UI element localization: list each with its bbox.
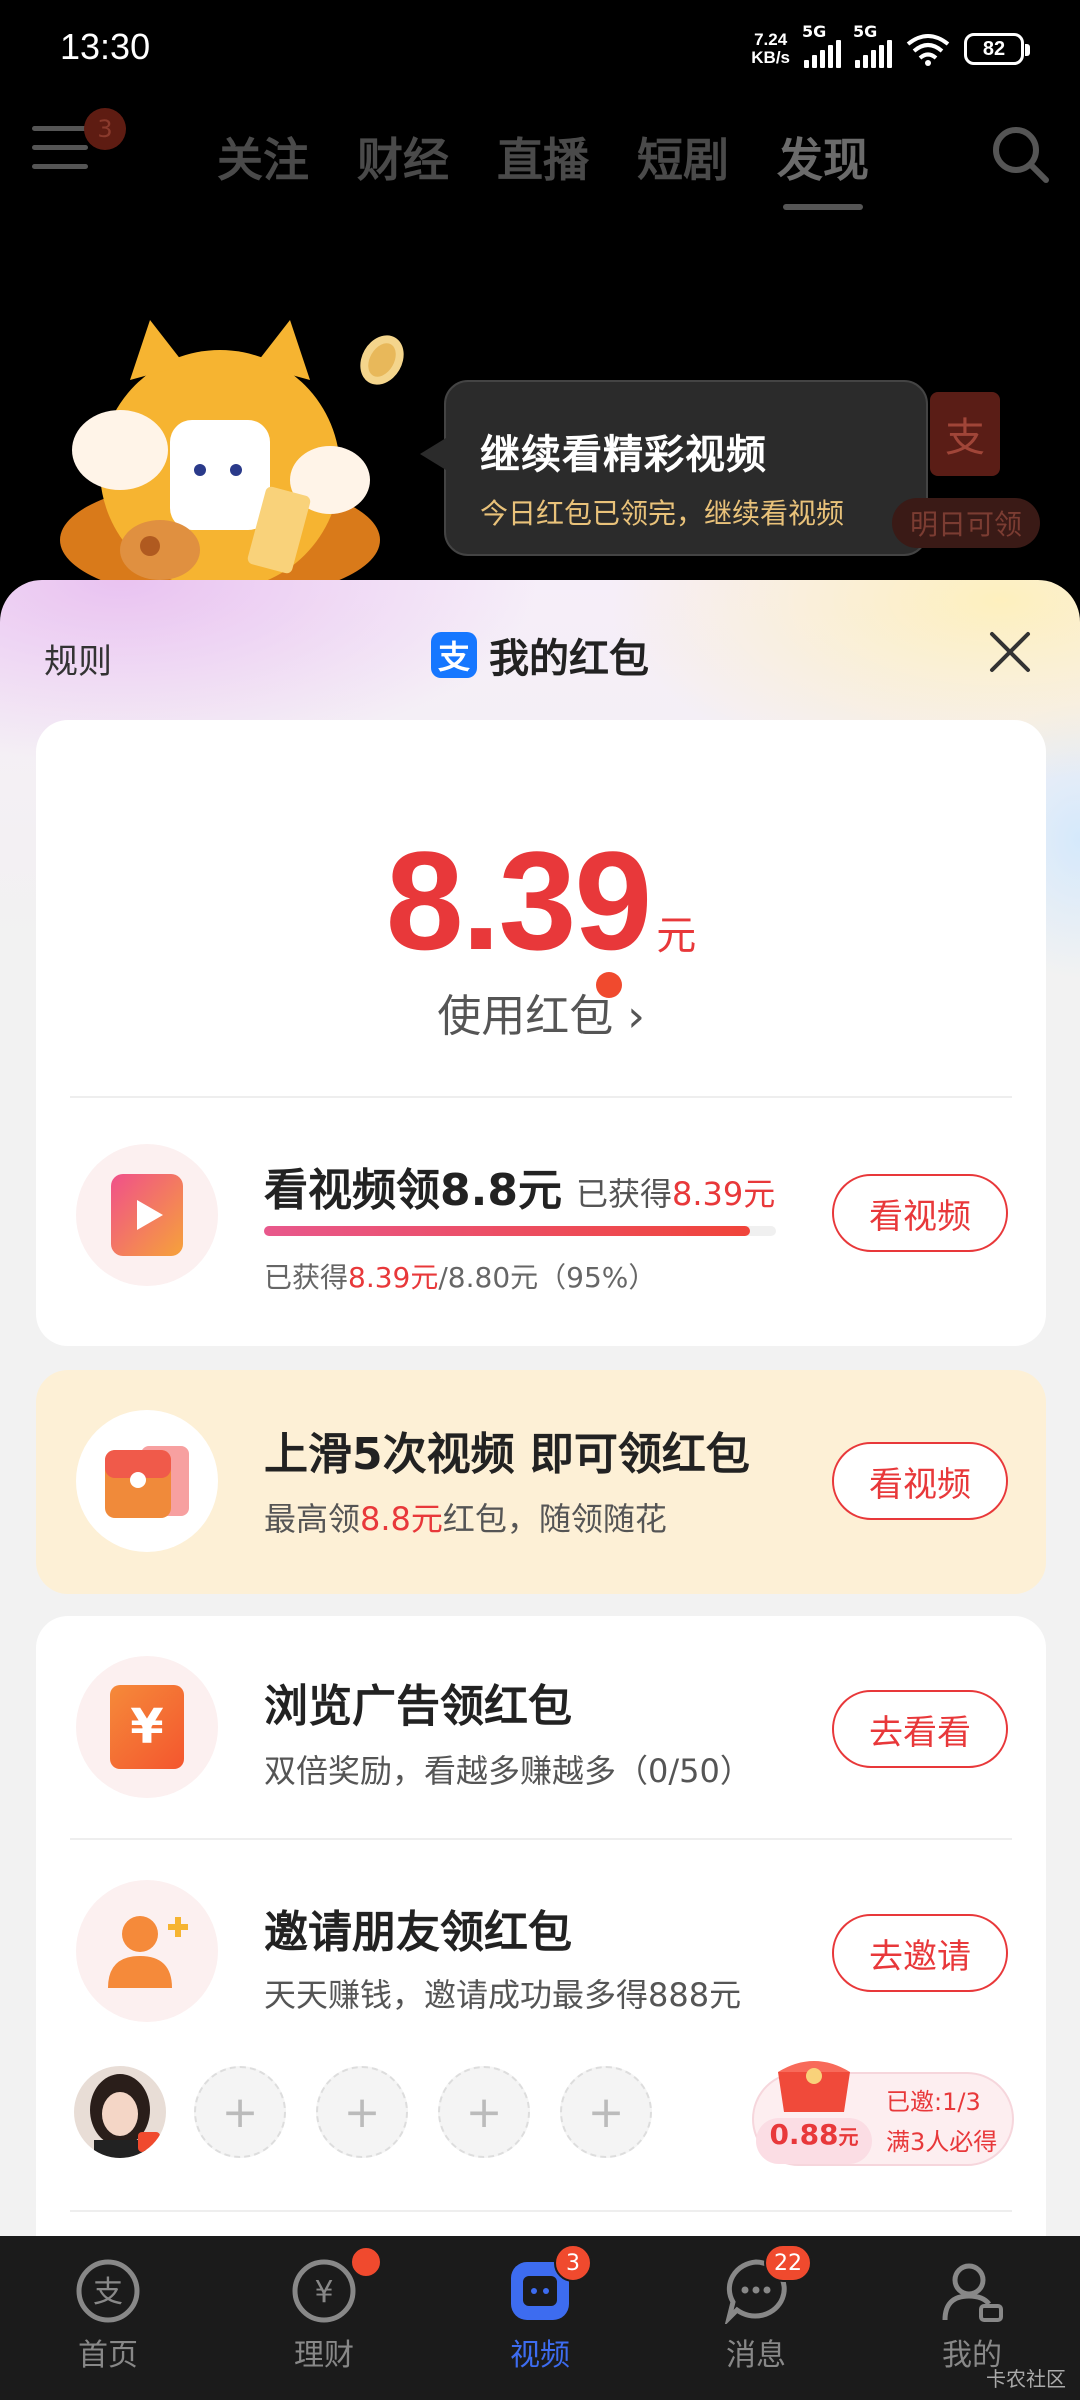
- nav-finance[interactable]: ¥ 理财: [216, 2236, 432, 2400]
- gift-box-icon: [778, 2061, 850, 2112]
- swipe-task-subtitle: 最高领8.8元红包，随领随花: [264, 1500, 667, 1538]
- video-task-icon: [76, 1144, 218, 1286]
- play-icon: [111, 1174, 183, 1256]
- user-icon: [942, 2263, 1003, 2322]
- sheet-title: 我的红包: [489, 636, 649, 682]
- nav-video[interactable]: 视频 3: [432, 2236, 648, 2400]
- invite-slot[interactable]: +: [560, 2066, 652, 2158]
- signal-icon: 5G: [802, 22, 841, 68]
- use-red-packet-link[interactable]: 使用红包 ›: [36, 980, 1046, 1044]
- add-user-icon: [108, 1916, 188, 1988]
- svg-text:支: 支: [93, 2275, 123, 2310]
- invite-task-icon: [76, 1880, 218, 2022]
- invite-slot[interactable]: +: [438, 2066, 530, 2158]
- ad-task-subtitle: 双倍奖励，看越多赚越多（0/50）: [264, 1752, 752, 1790]
- divider: [70, 1096, 1012, 1098]
- invite-friends-button[interactable]: 去邀请: [832, 1914, 1008, 1992]
- continue-watching-tooltip[interactable]: 继续看精彩视频 今日红包已领完，继续看视频: [420, 380, 928, 556]
- invited-count: 已邀:1/3: [886, 2088, 981, 2116]
- alipay-logo-icon: 支: [431, 632, 477, 678]
- swipe-task-card: 上滑5次视频 即可领红包 最高领8.8元红包，随领随花 看视频: [36, 1370, 1046, 1594]
- invite-slot[interactable]: +: [316, 2066, 408, 2158]
- status-time: 13:30: [60, 26, 151, 67]
- browse-ads-button[interactable]: 去看看: [832, 1690, 1008, 1768]
- notification-dot: [350, 2246, 382, 2278]
- yuan-icon: ¥: [110, 1685, 184, 1769]
- alipay-home-icon: 支: [76, 2259, 140, 2323]
- bottom-nav: 支 首页 ¥ 理财 视频 3 消息 22 我的: [0, 2236, 1080, 2400]
- watch-video-button-2[interactable]: 看视频: [832, 1442, 1008, 1520]
- balance-amount: 8.39 元: [385, 822, 697, 979]
- tooltip-title: 继续看精彩视频: [480, 432, 767, 478]
- watch-video-button[interactable]: 看视频: [832, 1174, 1008, 1252]
- divider: [70, 2210, 1012, 2212]
- more-tasks-card: ¥ 浏览广告领红包 双倍奖励，看越多赚越多（0/50） 去看看 邀请朋友领红包 …: [36, 1616, 1046, 2236]
- tooltip-subtitle: 今日红包已领完，继续看视频: [480, 497, 845, 530]
- notification-dot: [596, 972, 622, 998]
- avatar: [74, 2066, 166, 2158]
- invite-reward-badge: 0.88 元 已邀:1/3 满3人必得: [752, 2061, 1014, 2166]
- network-speed: 7.24 KB/s: [751, 30, 790, 67]
- chevron-right-icon: ›: [613, 991, 645, 1042]
- balance-card: 8.39 元 使用红包 › 看视频领8.8元 已获得8.39元 已获得8.39元/…: [36, 720, 1046, 1346]
- tab-short-drama[interactable]: 短剧: [637, 124, 729, 190]
- nav-badge: 22: [764, 2244, 812, 2282]
- invite-requirement: 满3人必得: [886, 2128, 998, 2156]
- red-packet-icon: 支: [930, 392, 1000, 476]
- tab-discover[interactable]: 发现: [777, 124, 869, 210]
- reward-amount: 0.88 元: [756, 2118, 872, 2164]
- video-task-title: 看视频领8.8元 已获得8.39元: [264, 1165, 776, 1216]
- top-tabs: 关注 财经 直播 短剧 发现: [0, 124, 1080, 210]
- tab-live[interactable]: 直播: [497, 124, 589, 190]
- status-indicators: 7.24 KB/s 5G 5G 82: [751, 22, 1030, 68]
- red-packet-sheet: 规则 支 我的红包 8.39 元 使用红包 › 看视频领8.8元 已获得8.39元: [0, 580, 1080, 2236]
- invite-slot[interactable]: +: [194, 2066, 286, 2158]
- tomorrow-label: 明日可领: [892, 498, 1040, 548]
- video-progress-bar: [264, 1226, 776, 1236]
- search-icon[interactable]: [990, 124, 1050, 184]
- wifi-icon: [906, 34, 950, 66]
- red-envelope-icon: [76, 1410, 218, 1552]
- finance-icon: ¥: [292, 2259, 356, 2323]
- svg-text:¥: ¥: [314, 2275, 333, 2310]
- nav-messages[interactable]: 消息 22: [648, 2236, 864, 2400]
- swipe-task-title: 上滑5次视频 即可领红包: [264, 1429, 750, 1480]
- nav-home[interactable]: 支 首页: [0, 2236, 216, 2400]
- battery-icon: 82: [964, 33, 1030, 65]
- invite-task-title: 邀请朋友领红包: [264, 1907, 572, 1958]
- sheet-header: 支 我的红包: [0, 626, 1080, 684]
- coin-icon: [360, 335, 404, 385]
- nav-badge: 3: [554, 2244, 592, 2282]
- ad-task-icon: ¥: [76, 1656, 218, 1798]
- ad-task-title: 浏览广告领红包: [264, 1681, 572, 1732]
- divider: [70, 1838, 1012, 1840]
- close-icon[interactable]: [986, 628, 1034, 676]
- mascot-cat-illustration: [60, 320, 380, 582]
- watermark: 卡农社区: [986, 2367, 1066, 2391]
- video-progress-text: 已获得8.39元/8.80元（95%）: [264, 1261, 657, 1294]
- tab-follow[interactable]: 关注: [217, 124, 309, 190]
- signal-icon: 5G: [853, 22, 892, 68]
- invite-task-subtitle: 天天赚钱，邀请成功最多得888元: [264, 1976, 742, 2014]
- tab-finance[interactable]: 财经: [357, 124, 449, 190]
- video-progress-fill: [264, 1226, 751, 1236]
